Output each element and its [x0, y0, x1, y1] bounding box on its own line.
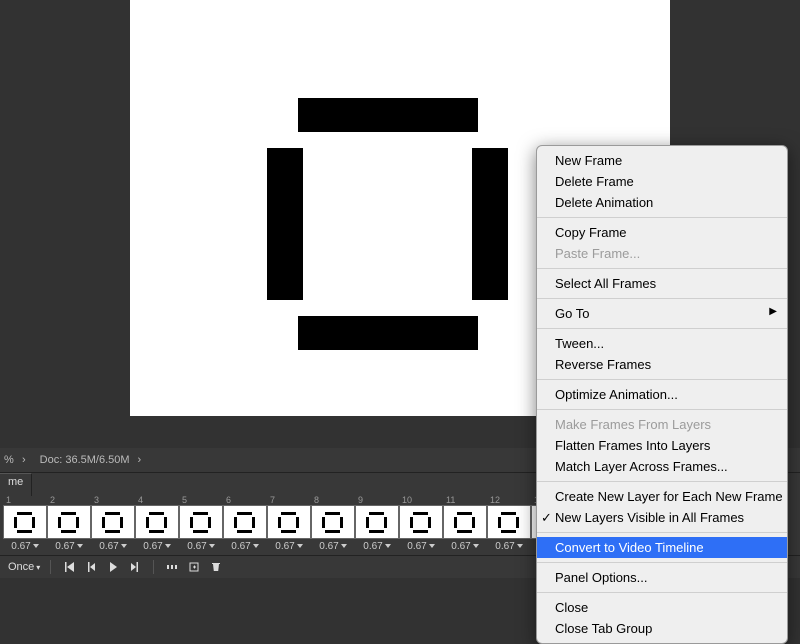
- frame-duration[interactable]: 0.67: [275, 541, 302, 552]
- frame-thumbnail: [223, 505, 267, 539]
- frame-thumb[interactable]: 40.67: [136, 495, 178, 552]
- frame-number: 12: [488, 495, 500, 505]
- chevron-down-icon: ▾: [36, 563, 40, 572]
- menu-item-flatten-frames-into-layers[interactable]: Flatten Frames Into Layers: [537, 435, 787, 456]
- zoom-percent[interactable]: %: [0, 454, 14, 466]
- frame-number: 2: [48, 495, 55, 505]
- menu-item-copy-frame[interactable]: Copy Frame: [537, 222, 787, 243]
- frame-duration[interactable]: 0.67: [319, 541, 346, 552]
- menu-item-delete-frame[interactable]: Delete Frame: [537, 171, 787, 192]
- frame-duration[interactable]: 0.67: [231, 541, 258, 552]
- timeline-flyout-menu: New FrameDelete FrameDelete Animation Cop…: [536, 145, 788, 644]
- menu-separator: [537, 592, 787, 593]
- frame-thumbnail: [487, 505, 531, 539]
- frame-number: 11: [444, 495, 455, 505]
- menu-item-select-all-frames[interactable]: Select All Frames: [537, 273, 787, 294]
- frame-thumbnail: [3, 505, 47, 539]
- frame-duration[interactable]: 0.67: [407, 541, 434, 552]
- tween-button[interactable]: [164, 559, 180, 575]
- loop-mode-button[interactable]: Once ▾: [8, 561, 40, 573]
- frame-number: 4: [136, 495, 143, 505]
- menu-item-convert-to-video-timeline[interactable]: Convert to Video Timeline: [537, 537, 787, 558]
- menu-item-make-frames-from-layers: Make Frames From Layers: [537, 414, 787, 435]
- frame-thumb[interactable]: 100.67: [400, 495, 442, 552]
- play-button[interactable]: [105, 559, 121, 575]
- menu-item-close[interactable]: Close: [537, 597, 787, 618]
- frame-duration[interactable]: 0.67: [11, 541, 38, 552]
- frame-thumb[interactable]: 60.67: [224, 495, 266, 552]
- frame-number: 1: [4, 495, 11, 505]
- menu-separator: [537, 217, 787, 218]
- frame-thumbnail: [91, 505, 135, 539]
- frame-thumb[interactable]: 110.67: [444, 495, 486, 552]
- menu-separator: [537, 409, 787, 410]
- delete-frame-button[interactable]: [208, 559, 224, 575]
- frame-duration[interactable]: 0.67: [55, 541, 82, 552]
- chevron-right-icon[interactable]: ›: [130, 454, 150, 466]
- menu-separator: [537, 379, 787, 380]
- first-frame-button[interactable]: [61, 559, 77, 575]
- frame-thumbnail: [311, 505, 355, 539]
- timeline-tab[interactable]: me: [0, 473, 32, 496]
- menu-separator: [537, 328, 787, 329]
- frame-thumb[interactable]: 20.67: [48, 495, 90, 552]
- frame-duration[interactable]: 0.67: [451, 541, 478, 552]
- new-frame-button[interactable]: [186, 559, 202, 575]
- frame-thumb[interactable]: 30.67: [92, 495, 134, 552]
- menu-item-new-layers-visible-in-all-frames[interactable]: New Layers Visible in All Frames: [537, 507, 787, 528]
- separator: [153, 560, 154, 574]
- chevron-right-icon[interactable]: ›: [14, 454, 34, 466]
- frame-duration[interactable]: 0.67: [99, 541, 126, 552]
- prev-frame-button[interactable]: [83, 559, 99, 575]
- menu-separator: [537, 481, 787, 482]
- menu-item-close-tab-group[interactable]: Close Tab Group: [537, 618, 787, 639]
- frame-number: 5: [180, 495, 187, 505]
- separator: [50, 560, 51, 574]
- frame-duration[interactable]: 0.67: [187, 541, 214, 552]
- menu-item-new-frame[interactable]: New Frame: [537, 150, 787, 171]
- menu-item-create-new-layer-for-each-new-frame[interactable]: Create New Layer for Each New Frame: [537, 486, 787, 507]
- menu-item-optimize-animation[interactable]: Optimize Animation...: [537, 384, 787, 405]
- shape-right: [472, 148, 508, 300]
- menu-separator: [537, 298, 787, 299]
- frame-thumb[interactable]: 120.67: [488, 495, 530, 552]
- shape-top: [298, 98, 478, 132]
- frame-number: 9: [356, 495, 363, 505]
- next-frame-button[interactable]: [127, 559, 143, 575]
- frame-duration[interactable]: 0.67: [363, 541, 390, 552]
- menu-item-paste-frame: Paste Frame...: [537, 243, 787, 264]
- frame-thumbnail: [47, 505, 91, 539]
- frame-thumb[interactable]: 90.67: [356, 495, 398, 552]
- menu-separator: [537, 562, 787, 563]
- frame-thumb[interactable]: 80.67: [312, 495, 354, 552]
- frame-thumbnail: [399, 505, 443, 539]
- menu-item-tween[interactable]: Tween...: [537, 333, 787, 354]
- frame-thumbnail: [135, 505, 179, 539]
- frame-duration[interactable]: 0.67: [143, 541, 170, 552]
- frame-thumb[interactable]: 10.67: [4, 495, 46, 552]
- menu-item-match-layer-across-frames[interactable]: Match Layer Across Frames...: [537, 456, 787, 477]
- frame-thumbnail: [443, 505, 487, 539]
- shape-left: [267, 148, 303, 300]
- frame-thumb[interactable]: 50.67: [180, 495, 222, 552]
- menu-item-delete-animation[interactable]: Delete Animation: [537, 192, 787, 213]
- menu-separator: [537, 532, 787, 533]
- frame-number: 7: [268, 495, 275, 505]
- frame-number: 6: [224, 495, 231, 505]
- frame-duration[interactable]: 0.67: [495, 541, 522, 552]
- frame-thumbnail: [267, 505, 311, 539]
- shape-bottom: [298, 316, 478, 350]
- menu-item-reverse-frames[interactable]: Reverse Frames: [537, 354, 787, 375]
- frame-thumbnail: [355, 505, 399, 539]
- doc-size-label: Doc: 36.5M/6.50M: [34, 454, 130, 466]
- frame-thumb[interactable]: 70.67: [268, 495, 310, 552]
- frame-thumbnail: [179, 505, 223, 539]
- menu-separator: [537, 268, 787, 269]
- frame-number: 8: [312, 495, 319, 505]
- frame-number: 3: [92, 495, 99, 505]
- loop-mode-label: Once: [8, 561, 34, 573]
- frame-number: 10: [400, 495, 412, 505]
- menu-item-go-to[interactable]: Go To: [537, 303, 787, 324]
